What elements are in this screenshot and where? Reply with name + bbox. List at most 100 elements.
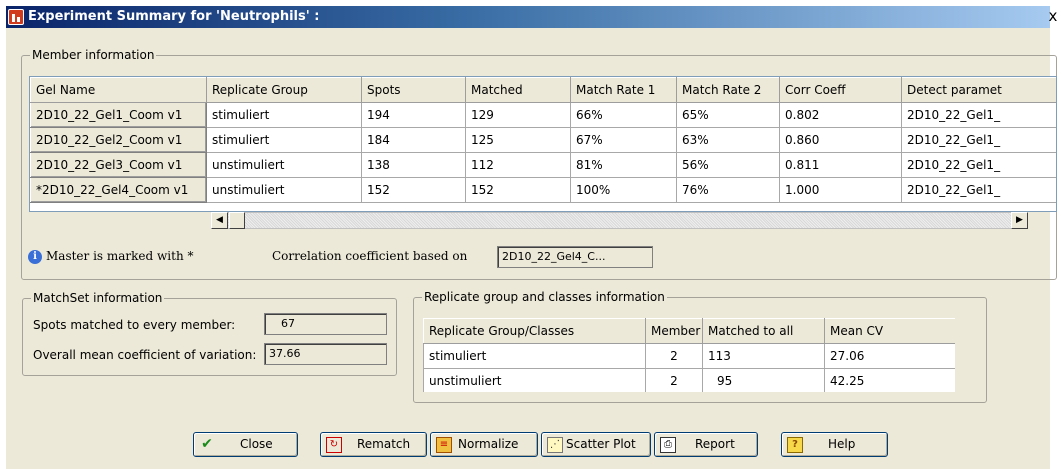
match-rate-2-cell: 65% — [676, 102, 780, 128]
rematch-button-label: Rematch — [357, 437, 411, 451]
replicate-header-row: Replicate Group/Classes Member Matched t… — [423, 318, 955, 344]
col-replicate-group[interactable]: Replicate Group — [206, 77, 362, 103]
member-cell: 2 — [645, 368, 703, 392]
match-rate-2-cell: 56% — [676, 152, 780, 178]
spots-cell: 194 — [361, 102, 466, 128]
member-header-row: Gel Name Replicate Group Spots Matched M… — [30, 77, 1056, 103]
col-replicate-classes[interactable]: Replicate Group/Classes — [423, 318, 646, 344]
match-rate-1-cell: 66% — [570, 102, 677, 128]
member-grid: Gel Name Replicate Group Spots Matched M… — [30, 77, 1056, 203]
close-window-button[interactable]: x — [1046, 7, 1060, 25]
gel-name-cell[interactable]: 2D10_22_Gel3_Coom v1 — [30, 152, 207, 178]
printer-icon: ⎙ — [660, 437, 676, 453]
detect-param-cell: 2D10_22_Gel1_ — [901, 127, 1056, 153]
app-chart-icon — [8, 9, 24, 25]
rematch-button[interactable]: ↻ Rematch — [320, 432, 427, 457]
scatter-plot-button[interactable]: ⋰ Scatter Plot — [541, 432, 651, 457]
replicate-group-cell[interactable]: stimuliert — [206, 127, 362, 153]
report-button[interactable]: ⎙ Report — [654, 432, 758, 457]
report-button-label: Report — [695, 437, 735, 451]
col-detect-param[interactable]: Detect paramet — [901, 77, 1056, 103]
gel-name-cell[interactable]: 2D10_22_Gel2_Coom v1 — [30, 127, 207, 153]
mean-cv-cell: 42.25 — [824, 368, 955, 392]
detect-param-cell: 2D10_22_Gel1_ — [901, 177, 1056, 203]
close-button[interactable]: ✔ Close — [193, 432, 298, 457]
help-button-label: Help — [828, 437, 856, 451]
col-gel-name[interactable]: Gel Name — [30, 77, 207, 103]
spots-cell: 184 — [361, 127, 466, 153]
match-rate-1-cell: 67% — [570, 127, 677, 153]
normalize-button-label: Normalize — [458, 437, 519, 451]
replicate-group-cell[interactable]: unstimuliert — [206, 177, 362, 203]
member-table[interactable]: Gel Name Replicate Group Spots Matched M… — [29, 76, 1057, 212]
detect-param-cell: 2D10_22_Gel1_ — [901, 102, 1056, 128]
replicate-group-cell[interactable]: unstimuliert — [206, 152, 362, 178]
scatter-plot-button-label: Scatter Plot — [566, 437, 636, 451]
class-name-cell: unstimuliert — [423, 368, 646, 392]
corr-basis-field[interactable]: 2D10_22_Gel4_C... — [497, 246, 653, 268]
normalize-icon: ≡ — [436, 437, 452, 453]
info-icon: i — [28, 250, 42, 264]
class-name-cell: stimuliert — [423, 343, 646, 369]
matched-to-all-cell: 95 — [702, 368, 825, 392]
col-member[interactable]: Member — [645, 318, 703, 344]
replicate-table[interactable]: Replicate Group/Classes Member Matched t… — [423, 318, 955, 392]
col-mean-cv[interactable]: Mean CV — [824, 318, 955, 344]
matched-to-all-cell: 113 — [702, 343, 825, 369]
mean-cv-label: Overall mean coefficient of variation: — [33, 348, 257, 362]
matchset-info-title: MatchSet information — [31, 291, 165, 305]
col-corr-coeff[interactable]: Corr Coeff — [779, 77, 902, 103]
table-row[interactable]: 2D10_22_Gel2_Coom v1 stimuliert 184 125 … — [30, 127, 1056, 153]
table-row[interactable]: unstimuliert 2 95 42.25 — [423, 368, 955, 392]
replicate-info-title: Replicate group and classes information — [422, 290, 667, 304]
col-match-rate-1[interactable]: Match Rate 1 — [570, 77, 677, 103]
match-rate-1-cell: 81% — [570, 152, 677, 178]
corr-basis-label: Correlation coefficient based on — [272, 249, 468, 263]
title-bar: Experiment Summary for 'Neutrophils' : — [6, 6, 1050, 28]
col-spots[interactable]: Spots — [361, 77, 466, 103]
master-note: Master is marked with * — [46, 249, 194, 263]
matched-cell: 152 — [465, 177, 571, 203]
col-match-rate-2[interactable]: Match Rate 2 — [676, 77, 780, 103]
gel-name-cell-master[interactable]: *2D10_22_Gel4_Coom v1 — [30, 177, 207, 203]
spots-cell: 152 — [361, 177, 466, 203]
col-matched[interactable]: Matched — [465, 77, 571, 103]
corr-coeff-cell: 0.811 — [779, 152, 902, 178]
match-rate-2-cell: 76% — [676, 177, 780, 203]
mean-cv-field: 37.66 — [264, 343, 387, 365]
matched-cell: 125 — [465, 127, 571, 153]
rematch-icon: ↻ — [326, 437, 342, 453]
matched-cell: 112 — [465, 152, 571, 178]
table-row[interactable]: 2D10_22_Gel3_Coom v1 unstimuliert 138 11… — [30, 152, 1056, 178]
spots-matched-field: 67 — [264, 313, 387, 335]
table-row[interactable]: 2D10_22_Gel1_Coom v1 stimuliert 194 129 … — [30, 102, 1056, 128]
match-rate-2-cell: 63% — [676, 127, 780, 153]
table-row[interactable]: *2D10_22_Gel4_Coom v1 unstimuliert 152 1… — [30, 177, 1056, 203]
gel-name-cell[interactable]: 2D10_22_Gel1_Coom v1 — [30, 102, 207, 128]
window-title: Experiment Summary for 'Neutrophils' : — [28, 9, 320, 24]
replicate-group-cell[interactable]: stimuliert — [206, 102, 362, 128]
table-row[interactable]: stimuliert 2 113 27.06 — [423, 343, 955, 369]
spots-cell: 138 — [361, 152, 466, 178]
detect-param-cell: 2D10_22_Gel1_ — [901, 152, 1056, 178]
spots-matched-label: Spots matched to every member: — [33, 318, 236, 332]
scatter-plot-icon: ⋰ — [547, 437, 563, 453]
horizontal-scrollbar[interactable]: ◀ ▶ — [211, 212, 1028, 229]
corr-coeff-cell: 1.000 — [779, 177, 902, 203]
scroll-right-arrow-icon[interactable]: ▶ — [1011, 212, 1028, 229]
replicate-grid: Replicate Group/Classes Member Matched t… — [423, 318, 955, 392]
close-button-label: Close — [240, 437, 273, 451]
corr-coeff-cell: 0.802 — [779, 102, 902, 128]
scroll-left-arrow-icon[interactable]: ◀ — [211, 212, 228, 229]
scroll-thumb[interactable] — [229, 212, 245, 229]
corr-coeff-cell: 0.860 — [779, 127, 902, 153]
normalize-button[interactable]: ≡ Normalize — [430, 432, 538, 457]
checkmark-icon: ✔ — [201, 436, 213, 452]
help-button[interactable]: ? Help — [781, 432, 888, 457]
matched-cell: 129 — [465, 102, 571, 128]
help-icon: ? — [787, 437, 803, 453]
member-info-title: Member information — [30, 48, 157, 62]
col-matched-to-all[interactable]: Matched to all — [702, 318, 825, 344]
member-cell: 2 — [645, 343, 703, 369]
mean-cv-cell: 27.06 — [824, 343, 955, 369]
